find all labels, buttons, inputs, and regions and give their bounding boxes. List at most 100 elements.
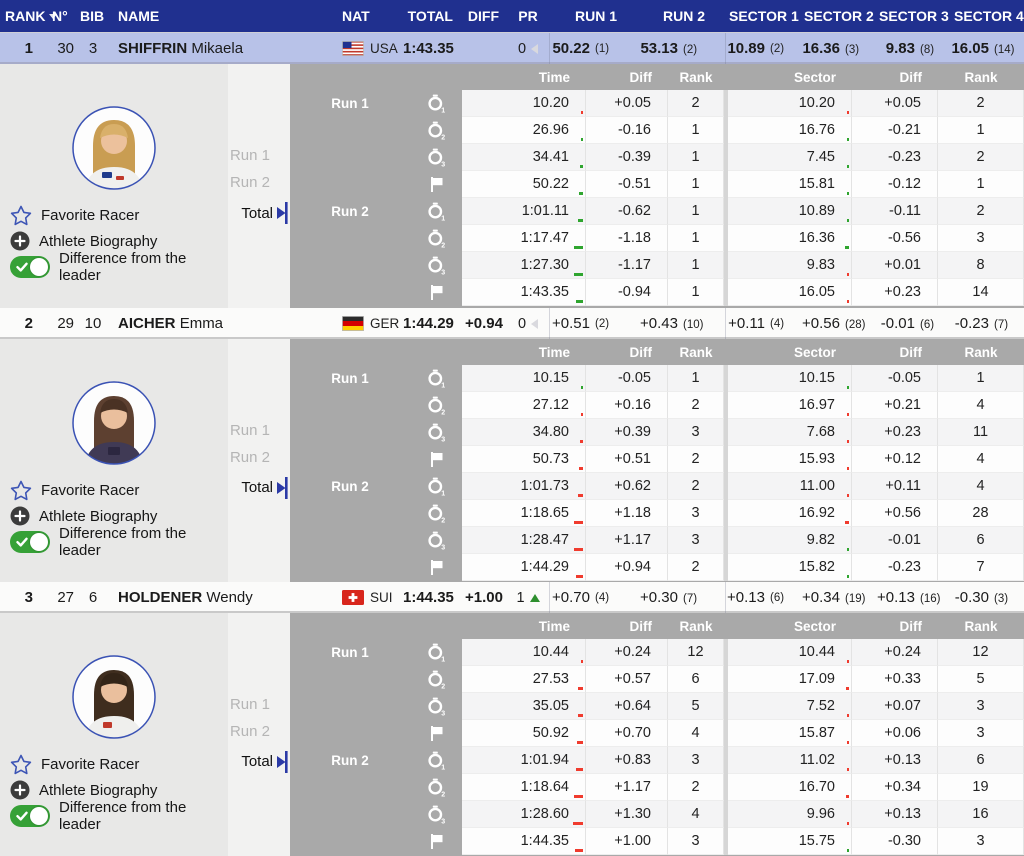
- time-rank-cell: 1: [668, 365, 724, 392]
- svg-text:3: 3: [441, 269, 445, 275]
- diff-bar: [581, 660, 583, 663]
- tab-total[interactable]: Total: [241, 201, 290, 225]
- sector-row: 2 1:18.64 +1.17 2 16.70 +0.34 19: [290, 774, 1024, 801]
- tab-run1[interactable]: Run 1: [230, 696, 290, 713]
- detail-panel-holdener: Favorite Racer Athlete Biography Differe…: [0, 613, 1024, 856]
- first-name: Wendy: [206, 589, 253, 606]
- svg-text:2: 2: [441, 517, 445, 523]
- sector-diff-cell: +0.21: [852, 392, 938, 419]
- column-number[interactable]: N°: [48, 8, 76, 24]
- column-run1[interactable]: RUN 1: [549, 8, 637, 24]
- tab-total[interactable]: Total: [241, 750, 290, 774]
- sector-time-cell: 17.09: [728, 666, 852, 693]
- time-diff-cell: +0.70: [586, 720, 668, 747]
- svg-text:3: 3: [441, 544, 445, 550]
- time-diff-cell: +1.17: [586, 774, 668, 801]
- sector-diff-cell: +0.07: [852, 693, 938, 720]
- result-row-shiffrin[interactable]: 1 30 3 SHIFFRIN Mikaela USA 1:43.35 0 50…: [0, 33, 1024, 64]
- diff-bar: [847, 494, 849, 497]
- sector-row: Run 1 1 10.20 +0.05 2 10.20 +0.05 2: [290, 90, 1024, 117]
- favorite-racer[interactable]: Favorite Racer: [0, 202, 228, 228]
- column-sector4[interactable]: SECTOR 4: [950, 8, 1024, 24]
- sector-rank-cell: 4: [938, 473, 1024, 500]
- tab-run2[interactable]: Run 2: [230, 174, 290, 191]
- favorite-racer[interactable]: Favorite Racer: [0, 751, 228, 777]
- tab-total[interactable]: Total: [241, 476, 290, 500]
- column-sector2[interactable]: SECTOR 2: [800, 8, 875, 24]
- column-run2[interactable]: RUN 2: [637, 8, 725, 24]
- time-cell: 27.12: [462, 392, 586, 419]
- run-label: [290, 252, 410, 279]
- col-sector-rank: Rank: [964, 344, 998, 360]
- time-rank-cell: 12: [668, 639, 724, 666]
- time-diff-cell: +0.16: [586, 392, 668, 419]
- time-rank-cell: 2: [668, 774, 724, 801]
- diff-bar: [573, 795, 583, 798]
- toggle-on-icon[interactable]: [10, 256, 50, 278]
- result-row-holdener[interactable]: 3 27 6 HOLDENER Wendy SUI 1:44.35 +1.00 …: [0, 582, 1024, 613]
- time-cell: 10.44: [462, 639, 586, 666]
- column-sector3[interactable]: SECTOR 3: [875, 8, 950, 24]
- run-label: Run 2: [331, 753, 369, 768]
- sector-time-cell: 16.92: [728, 500, 852, 527]
- position-neutral-icon: [531, 318, 539, 329]
- difference-label: Difference from the leader: [59, 525, 187, 559]
- stopwatch-3-icon: 3: [410, 801, 462, 828]
- toggle-on-icon[interactable]: [10, 805, 50, 827]
- column-name[interactable]: NAME: [110, 8, 337, 24]
- svg-text:1: 1: [441, 764, 445, 770]
- athlete-avatar[interactable]: [72, 381, 156, 465]
- column-nat[interactable]: NAT: [337, 8, 399, 24]
- column-diff[interactable]: DIFF: [461, 8, 507, 24]
- diff-bar: [578, 192, 583, 195]
- time-cell: 50.22: [462, 171, 586, 198]
- tab-run1[interactable]: Run 1: [230, 422, 290, 439]
- column-pr[interactable]: PR: [507, 8, 549, 24]
- column-bib[interactable]: BIB: [76, 8, 110, 24]
- difference-from-leader[interactable]: Difference from the leader: [0, 250, 228, 284]
- sector-rank-cell: 4: [938, 392, 1024, 419]
- nat-code: USA: [370, 41, 398, 56]
- athlete-avatar[interactable]: [72, 106, 156, 190]
- difference-from-leader[interactable]: Difference from the leader: [0, 525, 228, 559]
- favorite-racer[interactable]: Favorite Racer: [0, 477, 228, 503]
- time-diff-cell: -0.51: [586, 171, 668, 198]
- star-icon: [10, 480, 32, 501]
- svg-text:3: 3: [441, 710, 445, 716]
- sector-time-cell: 9.83: [728, 252, 852, 279]
- time-diff-cell: -0.05: [586, 365, 668, 392]
- result-row-aicher[interactable]: 2 29 10 AICHER Emma GER 1:44.29 +0.94 0 …: [0, 308, 1024, 339]
- column-rank[interactable]: RANK: [0, 8, 58, 24]
- difference-from-leader[interactable]: Difference from the leader: [0, 799, 228, 833]
- time-cell: 1:44.29: [462, 554, 586, 581]
- sector-row: 2 1:17.47 -1.18 1 16.36 -0.56 3: [290, 225, 1024, 252]
- col-sector-diff: Diff: [899, 618, 923, 634]
- diff-bar: [847, 273, 849, 276]
- run-label: Run 1: [331, 645, 369, 660]
- difference-label: Difference from the leader: [59, 250, 187, 284]
- sector-time-cell: 7.68: [728, 419, 852, 446]
- athlete-avatar[interactable]: [72, 655, 156, 739]
- toggle-on-icon[interactable]: [10, 531, 50, 553]
- tab-run2[interactable]: Run 2: [230, 449, 290, 466]
- time-diff-cell: +0.62: [586, 473, 668, 500]
- finish-flag-icon: [410, 171, 462, 198]
- sector3-cell: -0.01 (6): [880, 315, 935, 332]
- sector-row: 1:44.29 +0.94 2 15.82 -0.23 7: [290, 554, 1024, 581]
- sector-time-cell: 10.89: [728, 198, 852, 225]
- sector-row: 50.22 -0.51 1 15.81 -0.12 1: [290, 171, 1024, 198]
- diff-bar: [847, 467, 849, 470]
- diff-bar: [847, 165, 849, 168]
- column-total[interactable]: TOTAL: [399, 8, 461, 24]
- tab-run2[interactable]: Run 2: [230, 723, 290, 740]
- time-diff-cell: +0.05: [586, 90, 668, 117]
- diff-bar: [578, 467, 583, 470]
- tab-run1[interactable]: Run 1: [230, 147, 290, 164]
- nat-code: SUI: [370, 590, 393, 605]
- difference-label: Difference from the leader: [59, 799, 187, 833]
- diff-bar: [577, 714, 583, 717]
- biography-label: Athlete Biography: [39, 232, 158, 250]
- sector-time-cell: 16.05: [728, 279, 852, 306]
- column-sector1[interactable]: SECTOR 1: [725, 8, 800, 24]
- run-label: [290, 446, 410, 473]
